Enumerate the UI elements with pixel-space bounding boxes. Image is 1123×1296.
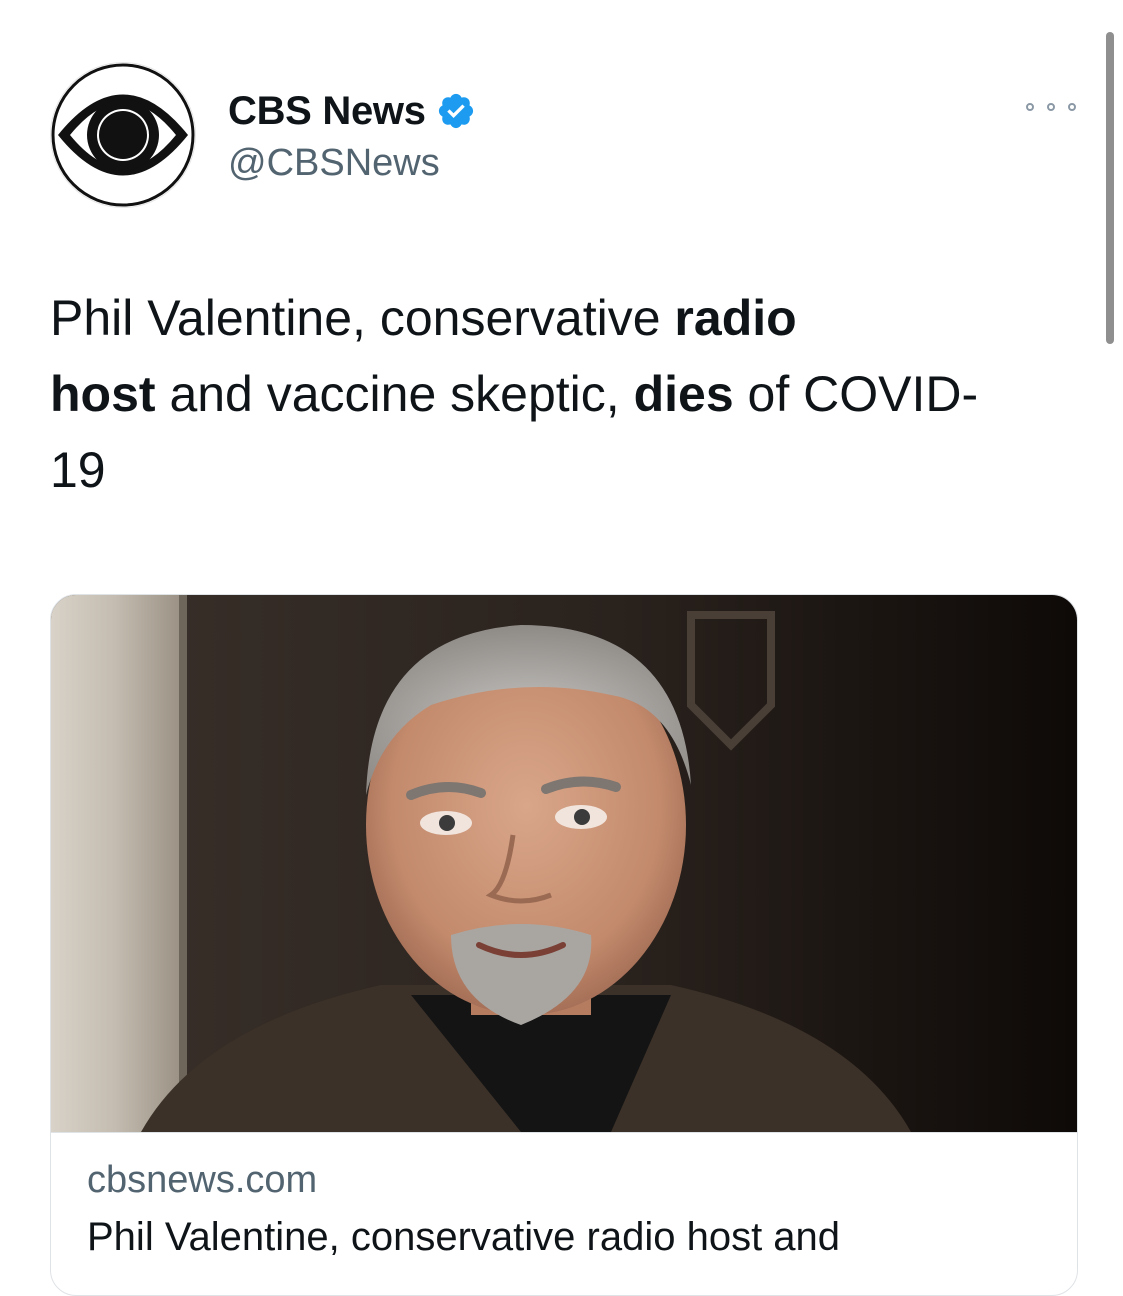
tweet-text-segment-bold: host [50, 366, 156, 422]
tweet-text-segment-bold: dies [633, 366, 734, 422]
author-handle[interactable]: @CBSNews [228, 142, 440, 185]
more-options-button[interactable] [1026, 92, 1076, 122]
author-name[interactable]: CBS News [228, 89, 426, 134]
verified-badge-icon [436, 91, 476, 131]
card-title[interactable]: Phil Valentine, conservative radio host … [87, 1215, 840, 1260]
more-horizontal-icon [1026, 103, 1034, 111]
cbs-eye-logo-icon [51, 63, 195, 207]
more-horizontal-icon [1068, 103, 1076, 111]
tweet-text-segment: Phil Valentine, conservative [50, 290, 675, 346]
card-image[interactable] [51, 595, 1077, 1132]
portrait-photo [51, 595, 1077, 1132]
tweet-text: Phil Valentine, conservative radio host … [50, 280, 1010, 508]
card-divider [51, 1132, 1077, 1133]
tweet-text-segment-bold: radio [674, 290, 797, 346]
avatar[interactable] [50, 62, 196, 208]
more-horizontal-icon [1047, 103, 1055, 111]
card-domain[interactable]: cbsnews.com [87, 1159, 317, 1202]
link-preview-card[interactable]: cbsnews.com Phil Valentine, conservative… [50, 594, 1078, 1296]
scrollbar[interactable] [1106, 32, 1114, 344]
author-name-row[interactable]: CBS News [228, 86, 476, 136]
tweet-text-segment: and vaccine skeptic, [155, 366, 634, 422]
